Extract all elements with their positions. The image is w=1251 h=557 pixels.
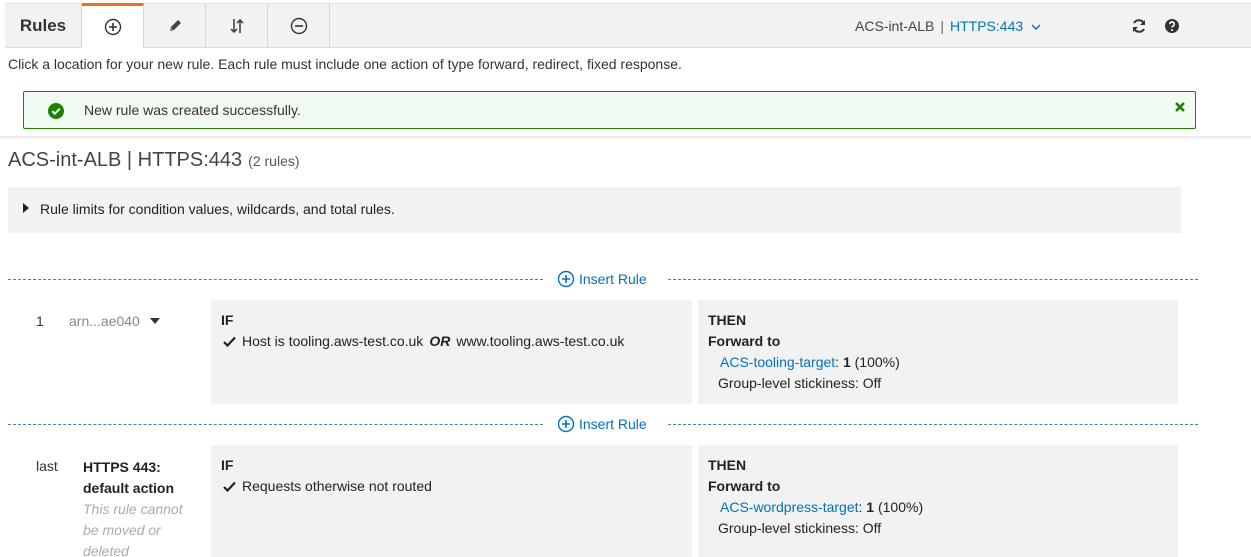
rule-arn: arn...ae040	[69, 313, 140, 329]
if-header: IF	[221, 312, 234, 328]
action-type: Forward to	[708, 478, 781, 494]
rule-arn-dropdown[interactable]: arn...ae040	[69, 313, 160, 329]
condition-line: Requests otherwise not routed	[223, 478, 432, 494]
default-rule-label: HTTPS 443: default action	[83, 457, 198, 499]
rule-limits-text: Rule limits for condition values, wildca…	[40, 201, 395, 217]
close-icon[interactable]	[1173, 100, 1187, 114]
chevron-down-icon[interactable]	[1031, 23, 1041, 31]
action-type: Forward to	[708, 333, 781, 349]
default-rule-note: This rule cannot be moved or deleted	[83, 501, 183, 557]
condition-host-1: tooling.aws-test.co.uk	[288, 333, 424, 349]
help-button[interactable]	[1162, 16, 1182, 36]
rule-conditions-panel: IF Host is tooling.aws-test.co.uk OR www.t…	[211, 300, 692, 404]
forward-target-line: ACS-tooling-target: 1 (100%)	[720, 354, 900, 370]
insert-divider-right	[668, 279, 1198, 280]
content-divider	[0, 136, 1251, 140]
rules-toolbar: Rules ACS-int-ALB | HTTPS:443	[5, 3, 1251, 48]
checkmark-icon	[223, 481, 236, 492]
condition-host-2: www.tooling.aws-test.co.uk	[456, 333, 625, 349]
insert-rule-label: Insert Rule	[579, 416, 647, 432]
insert-divider-left	[8, 424, 543, 425]
rule-conditions-panel: IF Requests otherwise not routed	[211, 445, 692, 557]
insert-rule-row: Insert Rule	[8, 414, 1198, 434]
add-circle-icon	[557, 270, 575, 288]
condition-line: Host is tooling.aws-test.co.uk OR www.tool…	[223, 333, 624, 349]
rule-count: (2 rules)	[248, 153, 300, 169]
condition-or: OR	[429, 333, 451, 349]
success-check-icon	[48, 103, 64, 119]
listener-port-dropdown[interactable]: HTTPS:443	[950, 18, 1023, 34]
listener-selector: ACS-int-ALB | HTTPS:443	[855, 4, 1041, 48]
tab-edit-rules[interactable]	[144, 4, 206, 48]
target-group-link[interactable]: ACS-wordpress-target	[720, 499, 859, 515]
reorder-icon	[229, 18, 244, 34]
target-percent: (100%)	[854, 354, 900, 370]
caret-right-icon	[23, 203, 29, 213]
add-circle-icon	[557, 415, 575, 433]
then-header: THEN	[708, 457, 747, 473]
refresh-icon	[1133, 19, 1145, 33]
help-icon	[1165, 19, 1179, 33]
checkmark-icon	[223, 336, 236, 347]
target-percent: (100%)	[877, 499, 924, 515]
then-header: THEN	[708, 312, 747, 328]
forward-target-line: ACS-wordpress-target: 1 (100%)	[720, 499, 923, 515]
page-title: ACS-int-ALB | HTTPS:443 (2 rules)	[8, 149, 300, 172]
insert-rule-label: Insert Rule	[579, 271, 647, 287]
refresh-button[interactable]	[1129, 16, 1149, 36]
default-rule-label-line-2: default action	[83, 480, 175, 496]
add-icon	[104, 18, 121, 36]
condition-text: Requests otherwise not routed	[242, 478, 432, 494]
listener-separator: |	[940, 18, 944, 34]
target-group-link[interactable]: ACS-tooling-target	[720, 354, 835, 370]
default-rule-label-line-1: HTTPS 443:	[83, 459, 161, 475]
insert-divider-right	[668, 424, 1198, 425]
flash-message: New rule was created successfully.	[84, 102, 301, 118]
stickiness-text: Group-level stickiness: Off	[718, 520, 882, 536]
if-header: IF	[221, 457, 234, 473]
listener-name: ACS-int-ALB	[855, 18, 935, 34]
toolbar-title: Rules	[5, 4, 82, 48]
insert-rule-row: Insert Rule	[8, 269, 1198, 289]
page-title-text: ACS-int-ALB | HTTPS:443	[8, 149, 243, 171]
rule-number: 1	[36, 313, 44, 329]
condition-prefix: Host is	[242, 333, 285, 349]
stickiness-text: Group-level stickiness: Off	[718, 375, 882, 391]
instructions-text: Click a location for your new rule. Each…	[8, 56, 682, 72]
insert-rule-button[interactable]: Insert Rule	[557, 269, 647, 289]
target-separator: :	[835, 354, 840, 370]
target-weight: 1	[842, 354, 851, 370]
edit-icon	[169, 20, 181, 31]
delete-icon	[290, 17, 307, 35]
target-weight: 1	[866, 499, 875, 515]
rule-number: last	[36, 458, 58, 474]
caret-down-icon	[149, 318, 160, 324]
tab-delete-rules[interactable]	[268, 4, 330, 48]
insert-rule-button[interactable]: Insert Rule	[557, 414, 647, 434]
tab-add-rule[interactable]	[82, 3, 144, 48]
rule-limits-expander[interactable]: Rule limits for condition values, wildca…	[8, 187, 1181, 233]
rule-actions-panel: THEN Forward to ACS-tooling-target: 1 (1…	[698, 300, 1178, 404]
success-flash: New rule was created successfully.	[23, 91, 1196, 129]
rule-actions-panel: THEN Forward to ACS-wordpress-target: 1 …	[698, 445, 1178, 557]
target-separator: :	[858, 499, 863, 515]
tab-reorder-rules[interactable]	[206, 4, 268, 48]
insert-divider-left	[8, 279, 543, 280]
